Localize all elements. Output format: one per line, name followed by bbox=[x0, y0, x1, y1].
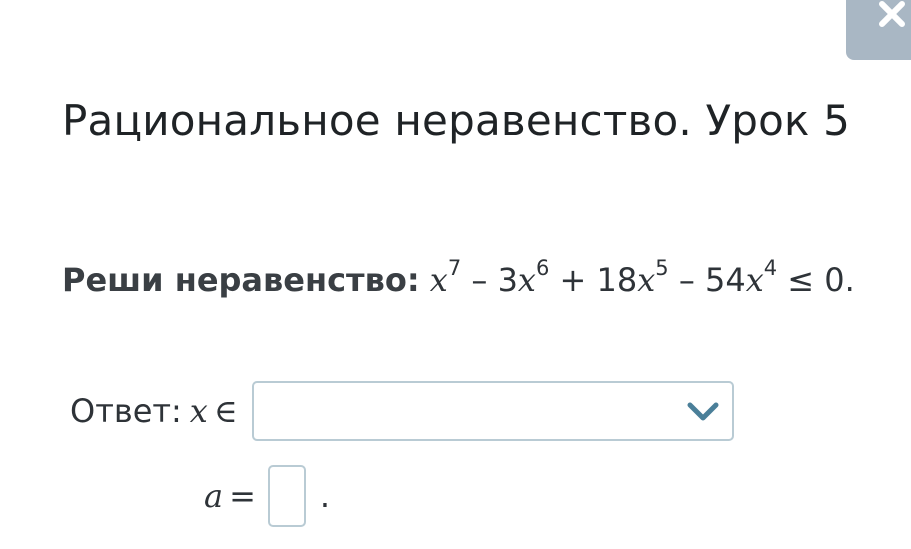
page-title: Рациональное неравенство. Урок 5 bbox=[62, 96, 851, 145]
close-icon bbox=[879, 1, 905, 27]
equals-sign: = bbox=[229, 477, 256, 515]
exponent: 5 bbox=[655, 256, 669, 281]
exponent: 4 bbox=[763, 256, 778, 281]
close-button[interactable] bbox=[846, 0, 911, 60]
period: . bbox=[319, 477, 331, 515]
answer-text: Ответ: bbox=[70, 392, 182, 430]
term: – 3 bbox=[461, 261, 518, 299]
exponent: 7 bbox=[447, 256, 462, 281]
exponent: 6 bbox=[535, 256, 550, 281]
chevron-down-icon bbox=[687, 402, 719, 421]
a-row: a = . bbox=[204, 464, 330, 528]
answer-label: Ответ: x ∈ bbox=[70, 392, 238, 430]
answer-row: Ответ: x ∈ bbox=[70, 380, 734, 442]
term: – 54 bbox=[668, 261, 746, 299]
term: + 18 bbox=[549, 261, 638, 299]
task-statement: Реши неравенство: x7 – 3x6 + 18x5 – 54x4… bbox=[62, 252, 882, 308]
task-lead: Реши неравенство: bbox=[62, 261, 420, 299]
a-input[interactable] bbox=[267, 465, 306, 527]
var-x: x bbox=[517, 261, 536, 299]
inequality-tail: ≤ 0. bbox=[777, 261, 855, 299]
a-var: a bbox=[204, 477, 224, 515]
var-x: x bbox=[745, 261, 764, 299]
var-x: x bbox=[637, 261, 656, 299]
answer-dropdown[interactable] bbox=[251, 381, 734, 441]
var-x: x bbox=[429, 261, 448, 299]
answer-var: x bbox=[189, 392, 208, 430]
element-of-symbol: ∈ bbox=[213, 392, 238, 430]
